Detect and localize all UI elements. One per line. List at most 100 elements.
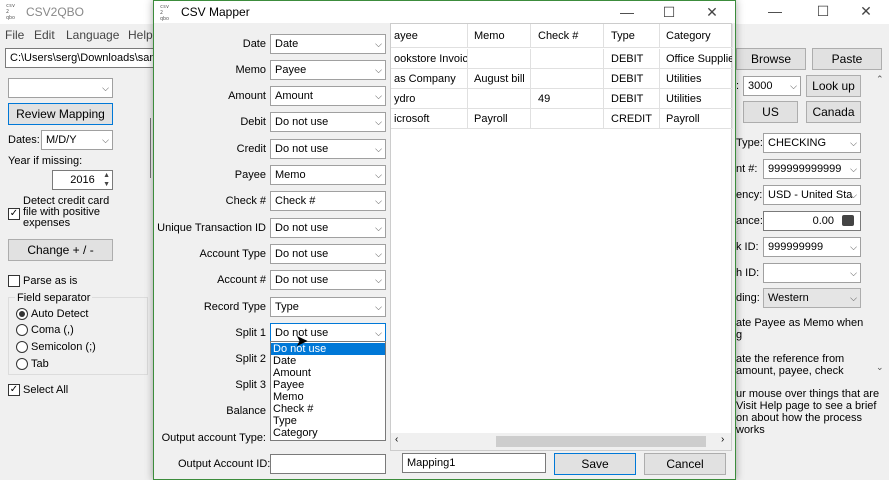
- map-value-credit: Do not use: [275, 143, 329, 155]
- detect-cc-checkbox[interactable]: ✓: [8, 208, 20, 220]
- map-label-output-account-type: Output account Type:: [161, 432, 266, 444]
- mapping-name-input[interactable]: Mapping1: [402, 453, 546, 473]
- table-header[interactable]: Memo: [468, 24, 531, 48]
- dialog-minimize-button[interactable]: —: [604, 1, 650, 23]
- spin-arrows-icon[interactable]: ▲ ▼: [103, 171, 110, 189]
- radio-semicolon-label: Semicolon (;): [31, 341, 96, 353]
- us-button[interactable]: US: [743, 101, 798, 123]
- select-all-checkbox[interactable]: ✓: [8, 384, 20, 396]
- payee-as-memo-option[interactable]: ate Payee as Memo when g: [736, 317, 863, 341]
- branch-id-select[interactable]: ⌵: [763, 263, 861, 283]
- dialog-maximize-button[interactable]: ☐: [646, 1, 692, 23]
- horizontal-scrollbar[interactable]: ‹ ›: [391, 433, 731, 450]
- scroll-down-icon[interactable]: ⌄: [876, 362, 884, 373]
- map-label-split2: Split 2: [235, 353, 266, 365]
- split1-dropdown-list: Do not use Date Amount Payee Memo Check …: [270, 341, 386, 441]
- radio-coma[interactable]: [16, 324, 28, 336]
- change-sign-button[interactable]: Change + / -: [8, 239, 113, 261]
- map-value-unique-id: Do not use: [275, 222, 329, 234]
- account-type-select[interactable]: CHECKING ⌵: [763, 133, 861, 153]
- canada-button[interactable]: Canada: [806, 101, 861, 123]
- branch-id-label: h ID:: [736, 267, 760, 279]
- file-path-input[interactable]: C:\Users\serg\Downloads\sampl: [5, 48, 155, 68]
- menu-help[interactable]: Help: [128, 28, 153, 42]
- field-separator-group: Field separator Auto Detect Coma (,) Sem…: [8, 292, 148, 375]
- browse-button[interactable]: Browse: [736, 48, 806, 70]
- table-header[interactable]: Category: [660, 24, 733, 48]
- map-select-credit[interactable]: Do not use ⌵: [270, 139, 386, 159]
- reference-option[interactable]: ate the reference from amount, payee, ch…: [736, 353, 844, 377]
- map-select-memo[interactable]: Payee ⌵: [270, 60, 386, 80]
- map-select-split1[interactable]: Do not use ⌵: [270, 323, 386, 343]
- chevron-down-icon: ⌵: [375, 144, 382, 154]
- map-value-account-number: Do not use: [275, 274, 329, 286]
- map-select-unique-id[interactable]: Do not use ⌵: [270, 218, 386, 238]
- radio-tab-label: Tab: [31, 358, 49, 370]
- year-missing-label: Year if missing:: [8, 155, 83, 167]
- dropdown-option-amount[interactable]: Amount: [273, 367, 311, 379]
- chevron-down-icon: ⌵: [375, 302, 382, 312]
- dropdown-option-memo[interactable]: Memo: [273, 391, 304, 403]
- main-minimize-button[interactable]: —: [752, 0, 798, 22]
- map-select-account-type[interactable]: Do not use ⌵: [270, 244, 386, 264]
- table-header[interactable]: Check #: [531, 24, 604, 48]
- map-select-check[interactable]: Check # ⌵: [270, 191, 386, 211]
- map-select-record-type[interactable]: Type ⌵: [270, 297, 386, 317]
- scroll-up-icon[interactable]: ⌃: [876, 74, 884, 85]
- radio-auto-detect[interactable]: [16, 308, 28, 320]
- dropdown-option-do-not-use[interactable]: Do not use: [271, 343, 385, 355]
- scroll-thumb[interactable]: [496, 436, 706, 447]
- year-stepper[interactable]: 2016 ▲ ▼: [52, 170, 113, 190]
- dropdown-option-type[interactable]: Type: [273, 415, 297, 427]
- main-close-button[interactable]: ✕: [843, 0, 889, 22]
- map-label-account-number: Account #: [217, 274, 266, 286]
- detect-cc-label: Detect credit card file with positive ex…: [23, 195, 110, 229]
- account-type-value: CHECKING: [768, 137, 827, 149]
- map-select-amount[interactable]: Amount ⌵: [270, 86, 386, 106]
- parse-as-is-checkbox[interactable]: [8, 275, 20, 287]
- scroll-left-icon[interactable]: ‹: [395, 434, 398, 445]
- lookup-button[interactable]: Look up: [806, 75, 861, 97]
- dialog-title: CSV Mapper: [181, 5, 250, 19]
- map-select-date[interactable]: Date ⌵: [270, 34, 386, 54]
- paste-button[interactable]: Paste: [812, 48, 882, 70]
- dates-format-select[interactable]: M/D/Y ⌵: [41, 130, 113, 150]
- map-label-split3: Split 3: [235, 379, 266, 391]
- map-value-record-type: Type: [275, 301, 299, 313]
- account-number-select[interactable]: 999999999999 ⌵: [763, 159, 861, 179]
- output-account-id-input[interactable]: [270, 454, 386, 474]
- menu-edit[interactable]: Edit: [34, 28, 55, 42]
- map-select-payee[interactable]: Memo ⌵: [270, 165, 386, 185]
- menu-language[interactable]: Language: [66, 28, 119, 42]
- number-select[interactable]: 3000 ⌵: [743, 76, 801, 96]
- table-header[interactable]: ayee: [391, 24, 468, 48]
- radio-semicolon[interactable]: [16, 341, 28, 353]
- chevron-down-icon: ⌵: [790, 81, 797, 91]
- map-label-record-type: Record Type: [203, 301, 266, 313]
- map-select-account-number[interactable]: Do not use ⌵: [270, 270, 386, 290]
- encoding-select[interactable]: Western ⌵: [763, 288, 861, 308]
- preview-table[interactable]: ayee Memo Check # Type Category ookstore…: [390, 23, 733, 451]
- bank-id-select[interactable]: 999999999 ⌵: [763, 237, 861, 257]
- dropdown-option-payee[interactable]: Payee: [273, 379, 304, 391]
- dialog-close-button[interactable]: ✕: [689, 1, 735, 23]
- balance-input[interactable]: 0.00: [763, 211, 861, 231]
- main-maximize-button[interactable]: ☐: [800, 0, 846, 22]
- calculator-icon[interactable]: [842, 215, 854, 226]
- dialog-app-icon: csv 2 qbo: [160, 4, 174, 22]
- map-select-debit[interactable]: Do not use ⌵: [270, 112, 386, 132]
- save-button[interactable]: Save: [554, 453, 636, 475]
- currency-select[interactable]: USD - United Sta ⌵: [763, 185, 861, 205]
- top-combo[interactable]: ⌵: [8, 78, 113, 98]
- menu-file[interactable]: File: [5, 28, 24, 42]
- cancel-button[interactable]: Cancel: [644, 453, 726, 475]
- right-scrollbar[interactable]: ⌃ ⌄: [872, 72, 889, 377]
- table-header[interactable]: Type: [604, 24, 660, 48]
- dialog-title-bar: csv 2 qbo CSV Mapper — ☐ ✕: [154, 1, 735, 23]
- dropdown-option-category[interactable]: Category: [273, 427, 318, 439]
- dropdown-option-check[interactable]: Check #: [273, 403, 313, 415]
- scroll-right-icon[interactable]: ›: [721, 434, 724, 445]
- radio-tab[interactable]: [16, 358, 28, 370]
- review-mapping-button[interactable]: Review Mapping: [8, 103, 113, 125]
- dropdown-option-date[interactable]: Date: [273, 355, 296, 367]
